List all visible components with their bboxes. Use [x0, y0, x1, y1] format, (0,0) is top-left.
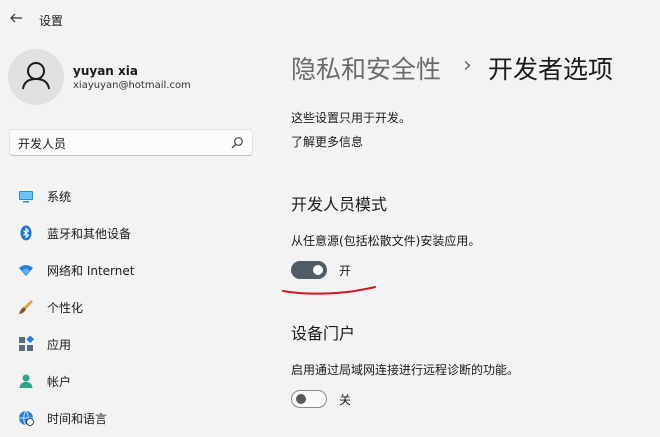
- avatar[interactable]: [8, 49, 64, 105]
- annotation-underline: [282, 286, 376, 295]
- developer-mode-state-label: 开: [339, 264, 352, 278]
- user-email: xiayuyan@hotmail.com: [73, 80, 191, 91]
- toggle-knob: [313, 265, 323, 275]
- learn-more-link[interactable]: 了解更多信息: [291, 133, 363, 150]
- sidebar-item-bluetooth[interactable]: 蓝牙和其他设备: [10, 218, 254, 248]
- back-arrow-icon[interactable]: [8, 10, 24, 26]
- sidebar-item-time-language[interactable]: 时间和语言: [10, 403, 254, 433]
- wifi-icon: [19, 265, 33, 276]
- toggle-knob: [296, 394, 306, 404]
- breadcrumb-parent[interactable]: 隐私和安全性: [291, 50, 441, 86]
- brush-icon: [19, 300, 33, 314]
- sidebar-item-label: 蓝牙和其他设备: [47, 227, 132, 241]
- sidebar-item-label: 帐户: [47, 375, 72, 389]
- search-icon[interactable]: [230, 136, 244, 150]
- device-portal-state-label: 关: [339, 393, 352, 407]
- device-portal-toggle[interactable]: [291, 390, 327, 408]
- app-title: 设置: [39, 14, 64, 28]
- sidebar-item-apps[interactable]: 应用: [10, 329, 254, 359]
- user-name: yuyan xia: [73, 64, 138, 78]
- sidebar-item-accounts[interactable]: 帐户: [10, 366, 254, 396]
- developer-mode-description: 从任意源(包括松散文件)安装应用。: [291, 234, 481, 248]
- sidebar-item-personalization[interactable]: 个性化: [10, 292, 254, 322]
- sidebar-item-label: 个性化: [47, 301, 84, 315]
- device-portal-title: 设备门户: [291, 324, 356, 343]
- system-icon: [19, 191, 33, 203]
- sidebar-item-label: 应用: [47, 338, 72, 352]
- globe-clock-icon: [19, 410, 34, 426]
- person-icon: [22, 62, 50, 90]
- bluetooth-icon: [20, 225, 32, 241]
- sidebar-item-network[interactable]: 网络和 Internet: [10, 255, 254, 285]
- breadcrumb-separator: ›: [463, 53, 472, 78]
- sidebar-item-label: 系统: [47, 190, 72, 204]
- sidebar-item-label: 网络和 Internet: [47, 264, 135, 278]
- search-input[interactable]: 开发人员: [18, 135, 66, 152]
- developer-mode-title: 开发人员模式: [291, 195, 388, 214]
- apps-icon: [19, 336, 34, 351]
- developer-mode-toggle[interactable]: [291, 261, 327, 279]
- device-portal-description: 启用通过局域网连接进行远程诊断的功能。: [291, 363, 520, 377]
- sidebar-item-system[interactable]: 系统: [10, 181, 254, 211]
- sidebar-item-label: 时间和语言: [47, 412, 108, 426]
- page-title: 开发者选项: [488, 55, 614, 84]
- search-box[interactable]: 开发人员: [9, 129, 253, 156]
- page-description: 这些设置只用于开发。: [291, 111, 412, 125]
- account-icon: [19, 374, 33, 388]
